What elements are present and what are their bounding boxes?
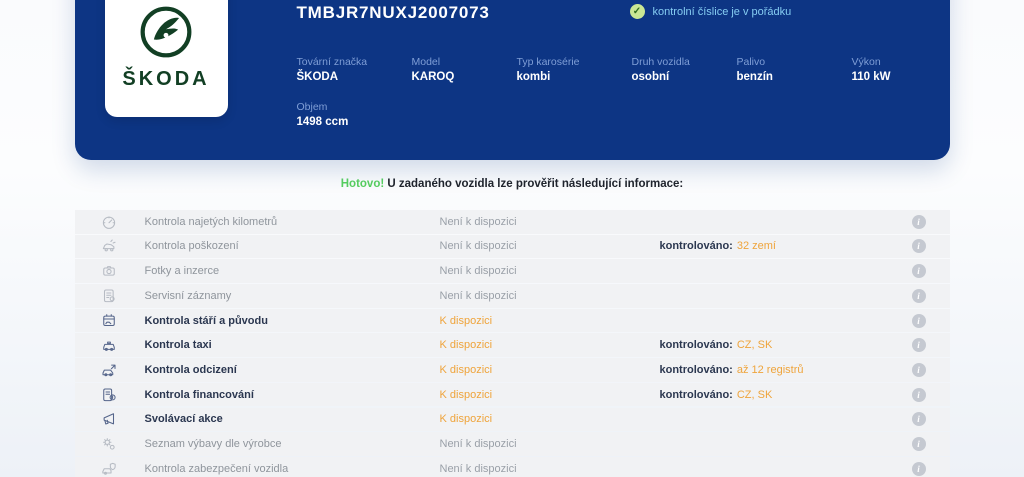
result-message-text: U zadaného vozidla lze prověřit následuj… xyxy=(387,178,683,190)
checked-scope-value: 32 zemí xyxy=(737,240,776,252)
camera-icon xyxy=(100,262,118,280)
availability-status: K dispozici xyxy=(440,339,660,351)
checked-scope-value: CZ, SK xyxy=(737,339,772,351)
availability-status: Není k dispozici xyxy=(440,265,660,277)
vin-title: TMBJR7NUXJ2007073 xyxy=(297,3,490,22)
stolen-car-icon xyxy=(100,361,118,379)
info-icon[interactable]: i xyxy=(912,239,926,253)
check-row-label: Svolávací akce xyxy=(145,413,440,425)
check-row-label: Kontrola najetých kilometrů xyxy=(145,216,440,228)
check-row: Kontrola odcizeníK dispozicikontrolováno… xyxy=(75,358,950,382)
field-power: Výkon 110 kW xyxy=(852,56,922,83)
check-row: Servisní záznamyNení k dispozici i xyxy=(75,284,950,308)
availability-status: Není k dispozici xyxy=(440,290,660,302)
check-row-label: Kontrola stáří a původu xyxy=(145,315,440,327)
field-brand: Tovární značka ŠKODA xyxy=(297,56,412,83)
check-row: Kontrola zabezpečení vozidlaNení k dispo… xyxy=(75,457,950,477)
page-content: ŠKODA TMBJR7NUXJ2007073 ✓ kontrolní čísl… xyxy=(75,0,950,477)
info-icon[interactable]: i xyxy=(912,462,926,476)
car-security-icon xyxy=(100,460,118,477)
checked-scope-label: kontrolováno: xyxy=(660,389,733,401)
availability-status: Není k dispozici xyxy=(440,463,660,475)
info-icon[interactable]: i xyxy=(912,289,926,303)
availability-status: K dispozici xyxy=(440,315,660,327)
check-row: Kontrola financováníK dispozicikontrolov… xyxy=(75,383,950,407)
field-body-type: Typ karosérie kombi xyxy=(517,56,632,83)
gears-icon xyxy=(100,435,118,453)
check-row-label: Seznam výbavy dle výrobce xyxy=(145,438,440,450)
checked-scope-label: kontrolováno: xyxy=(660,364,733,376)
field-model: Model KAROQ xyxy=(412,56,517,83)
vin-check-badge: ✓ kontrolní číslice je v pořádku xyxy=(630,4,792,19)
availability-status: Není k dispozici xyxy=(440,216,660,228)
field-engine-volume: Objem 1498 ccm xyxy=(297,101,412,128)
vehicle-details: TMBJR7NUXJ2007073 ✓ kontrolní číslice je… xyxy=(297,3,922,128)
check-row: Fotky a inzerceNení k dispozici i xyxy=(75,259,950,283)
check-row-label: Kontrola zabezpečení vozidla xyxy=(145,463,440,475)
calendar-car-icon xyxy=(100,312,118,330)
checked-scope: kontrolováno: CZ, SK xyxy=(660,339,888,351)
result-message: Hotovo! U zadaného vozidla lze prověřit … xyxy=(75,178,950,194)
info-icon[interactable]: i xyxy=(912,388,926,402)
info-icon[interactable]: i xyxy=(912,314,926,328)
field-vehicle-kind: Druh vozidla osobní xyxy=(632,56,737,83)
availability-status: Není k dispozici xyxy=(440,240,660,252)
checked-scope-value: CZ, SK xyxy=(737,389,772,401)
checked-scope: kontrolováno: CZ, SK xyxy=(660,389,888,401)
check-icon: ✓ xyxy=(630,4,645,19)
availability-status: K dispozici xyxy=(440,364,660,376)
checked-scope-label: kontrolováno: xyxy=(660,339,733,351)
check-digit-text: kontrolní číslice je v pořádku xyxy=(653,6,792,18)
info-icon[interactable]: i xyxy=(912,412,926,426)
megaphone-icon xyxy=(100,410,118,428)
vehicle-summary-panel: ŠKODA TMBJR7NUXJ2007073 ✓ kontrolní čísl… xyxy=(75,0,950,160)
info-icon[interactable]: i xyxy=(912,215,926,229)
skoda-logo-icon xyxy=(138,4,194,60)
check-row-label: Kontrola odcizení xyxy=(145,364,440,376)
checked-scope-label: kontrolováno: xyxy=(660,240,733,252)
check-row: Kontrola stáří a původuK dispozici i xyxy=(75,309,950,333)
check-row: Seznam výbavy dle výrobceNení k dispozic… xyxy=(75,432,950,456)
availability-status: K dispozici xyxy=(440,389,660,401)
checked-scope: kontrolováno: 32 zemí xyxy=(660,240,888,252)
check-row: Svolávací akceK dispozici i xyxy=(75,408,950,432)
check-row: Kontrola najetých kilometrůNení k dispoz… xyxy=(75,210,950,234)
field-fuel: Palivo benzín xyxy=(737,56,852,83)
info-icon[interactable]: i xyxy=(912,437,926,451)
taxi-icon xyxy=(100,336,118,354)
info-icon[interactable]: i xyxy=(912,363,926,377)
speedometer-icon xyxy=(100,213,118,231)
check-row-label: Kontrola poškození xyxy=(145,240,440,252)
check-row-label: Fotky a inzerce xyxy=(145,265,440,277)
availability-status: K dispozici xyxy=(440,413,660,425)
checks-table: Kontrola najetých kilometrůNení k dispoz… xyxy=(75,210,950,477)
availability-status: Není k dispozici xyxy=(440,438,660,450)
done-label: Hotovo! xyxy=(341,178,384,190)
check-row: Kontrola taxiK dispozicikontrolováno: CZ,… xyxy=(75,333,950,357)
check-row-label: Servisní záznamy xyxy=(145,290,440,302)
check-row-label: Kontrola taxi xyxy=(145,339,440,351)
service-records-icon xyxy=(100,287,118,305)
vehicle-fields: Tovární značka ŠKODA Model KAROQ Typ kar… xyxy=(297,56,922,128)
info-icon[interactable]: i xyxy=(912,338,926,352)
financing-icon xyxy=(100,386,118,404)
check-row: Kontrola poškozeníNení k dispozicikontro… xyxy=(75,235,950,259)
checked-scope-value: až 12 registrů xyxy=(737,364,804,376)
info-icon[interactable]: i xyxy=(912,264,926,278)
damaged-car-icon xyxy=(100,237,118,255)
vin-row: TMBJR7NUXJ2007073 ✓ kontrolní číslice je… xyxy=(297,3,922,25)
skoda-logo-card: ŠKODA xyxy=(105,0,228,117)
checked-scope: kontrolováno: až 12 registrů xyxy=(660,364,888,376)
check-row-label: Kontrola financování xyxy=(145,389,440,401)
skoda-wordmark: ŠKODA xyxy=(122,68,209,91)
